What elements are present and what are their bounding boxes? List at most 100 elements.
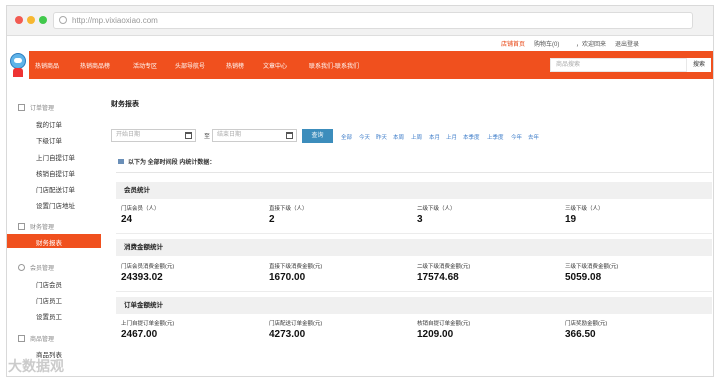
stat-value: 1209.00 bbox=[417, 329, 454, 340]
end-date-input[interactable]: 结束日期 bbox=[212, 129, 297, 142]
search-button[interactable]: 搜索 bbox=[687, 58, 711, 72]
stat-label: 三级下级（人） bbox=[565, 206, 604, 212]
main-nav: 热销商品 热销商品榜 活动专区 头部导航号 热销榜 文章中心 联系我们-联系我们… bbox=[7, 49, 713, 79]
stat-label: 二级下级消费金额(元) bbox=[417, 264, 471, 270]
quick-filter-this-quarter[interactable]: 本季度 bbox=[463, 133, 480, 141]
nav-item-bestsellers[interactable]: 热销榜 bbox=[226, 61, 244, 70]
page-title: 财务报表 bbox=[111, 101, 139, 108]
finance-icon bbox=[18, 223, 25, 230]
stat-label: 上门自提订单金额(元) bbox=[121, 321, 175, 327]
chart-icon bbox=[118, 159, 124, 164]
notice-text: 以下为 全部时间段 内统计数据： bbox=[128, 160, 216, 166]
stat-label: 直接下级消费金额(元) bbox=[269, 264, 323, 270]
sidebar-group-products: 商品管理 bbox=[18, 334, 54, 343]
nav-item-header-nav[interactable]: 头部导航号 bbox=[175, 61, 205, 70]
date-range-separator: 至 bbox=[204, 134, 211, 140]
sidebar-group-members: 会员管理 bbox=[18, 263, 54, 272]
address-bar[interactable]: http://mp.vixiaoxiao.com bbox=[53, 12, 693, 29]
query-button[interactable]: 查询 bbox=[302, 129, 333, 143]
quick-filter-this-week[interactable]: 本周 bbox=[393, 133, 404, 141]
minimize-window-icon[interactable] bbox=[27, 16, 35, 24]
stat-value: 2467.00 bbox=[121, 329, 158, 340]
stat-label: 门店会员消费金额(元) bbox=[121, 264, 175, 270]
top-links-bar: 店铺首页 购物车(0) ，欢迎回来 退出登录 bbox=[7, 36, 713, 50]
stat-label: 核销自提订单金额(元) bbox=[417, 321, 471, 327]
sidebar-item-delivery-orders[interactable]: 门店配送订单 bbox=[36, 184, 75, 194]
stat-value: 366.50 bbox=[565, 329, 596, 340]
sidebar-item-pickup-orders[interactable]: 上门自提订单 bbox=[36, 152, 75, 162]
shop-home-link[interactable]: 店铺首页 bbox=[501, 39, 525, 48]
stat-value: 1670.00 bbox=[269, 272, 306, 283]
stats-notice: 以下为 全部时间段 内统计数据： bbox=[118, 157, 215, 166]
divider bbox=[116, 172, 712, 173]
divider bbox=[116, 233, 712, 234]
mascot-body-icon bbox=[13, 68, 23, 77]
cart-link[interactable]: 购物车(0) bbox=[534, 39, 559, 48]
quick-filter-this-year[interactable]: 今年 bbox=[511, 133, 522, 141]
section-member-stats: 会员统计 bbox=[116, 182, 712, 199]
stat-label: 直接下级（人） bbox=[269, 206, 308, 212]
stat-value: 24393.02 bbox=[121, 272, 163, 283]
sidebar: 订单管理 我的订单 下级订单 上门自提订单 核销自提订单 门店配送订单 设置门店… bbox=[7, 96, 101, 376]
nav-item-articles[interactable]: 文章中心 bbox=[263, 61, 287, 70]
maximize-window-icon[interactable] bbox=[39, 16, 47, 24]
stat-value: 5059.08 bbox=[565, 272, 602, 283]
divider bbox=[116, 291, 712, 292]
close-window-icon[interactable] bbox=[15, 16, 23, 24]
globe-icon bbox=[59, 16, 67, 24]
quick-filter-last-quarter[interactable]: 上季度 bbox=[487, 133, 504, 141]
watermark: 大数据观 bbox=[8, 358, 64, 374]
stat-label: 门店奖励金额(元) bbox=[565, 321, 608, 327]
sidebar-item-sub-orders[interactable]: 下级订单 bbox=[36, 135, 62, 145]
main-content: 财务报表 开始日期 至 结束日期 查询 全部 今天 昨天 本周 上周 本月 上月… bbox=[108, 96, 712, 376]
nav-item-hot-products[interactable]: 热销商品 bbox=[35, 61, 59, 70]
calendar-icon[interactable] bbox=[185, 132, 192, 139]
quick-filter-all[interactable]: 全部 bbox=[341, 133, 352, 141]
sidebar-item-finance-report[interactable]: 财务报表 bbox=[7, 234, 101, 248]
product-search-input[interactable]: 商品搜索 bbox=[550, 58, 687, 72]
browser-toolbar: http://mp.vixiaoxiao.com bbox=[7, 6, 713, 36]
section-spending-stats: 消费金额统计 bbox=[116, 239, 712, 256]
order-icon bbox=[18, 104, 25, 111]
mascot-head-icon bbox=[10, 53, 26, 69]
quick-filter-last-month[interactable]: 上月 bbox=[446, 133, 457, 141]
sidebar-item-set-staff[interactable]: 设置员工 bbox=[36, 311, 62, 321]
stat-value: 24 bbox=[121, 214, 133, 225]
quick-filter-this-month[interactable]: 本月 bbox=[429, 133, 440, 141]
sidebar-item-store-staff[interactable]: 门店员工 bbox=[36, 295, 62, 305]
quick-filter-today[interactable]: 今天 bbox=[359, 133, 370, 141]
sidebar-item-label: 财务报表 bbox=[36, 240, 62, 247]
sidebar-item-store-address[interactable]: 设置门店地址 bbox=[36, 200, 75, 210]
welcome-text: ，欢迎回来 bbox=[576, 42, 607, 48]
nav-item-contact[interactable]: 联系我们-联系我们 bbox=[309, 61, 359, 70]
sidebar-group-finance: 财务管理 bbox=[18, 222, 54, 231]
quick-filter-last-week[interactable]: 上周 bbox=[411, 133, 422, 141]
calendar-icon[interactable] bbox=[286, 132, 293, 139]
sidebar-group-title: 财务管理 bbox=[30, 225, 55, 231]
member-icon bbox=[18, 264, 25, 271]
stat-value: 4273.00 bbox=[269, 329, 306, 340]
sidebar-item-verify-orders[interactable]: 核销自提订单 bbox=[36, 168, 75, 178]
sidebar-group-title: 订单管理 bbox=[30, 106, 55, 112]
browser-window: http://mp.vixiaoxiao.com 店铺首页 购物车(0) ，欢迎… bbox=[6, 5, 714, 377]
start-date-input[interactable]: 开始日期 bbox=[111, 129, 196, 142]
section-order-stats: 订单金额统计 bbox=[116, 297, 712, 314]
product-icon bbox=[18, 335, 25, 342]
quick-filter-yesterday[interactable]: 昨天 bbox=[376, 133, 387, 141]
stat-label: 二级下级（人） bbox=[417, 206, 456, 212]
stat-value: 19 bbox=[565, 214, 577, 225]
site-logo[interactable] bbox=[7, 49, 29, 79]
quick-filter-last-year[interactable]: 去年 bbox=[528, 133, 539, 141]
sidebar-item-store-members[interactable]: 门店会员 bbox=[36, 279, 62, 289]
stat-value: 3 bbox=[417, 214, 423, 225]
nav-item-promotions[interactable]: 活动专区 bbox=[133, 61, 157, 70]
query-button-label: 查询 bbox=[311, 133, 324, 139]
sidebar-group-title: 商品管理 bbox=[30, 337, 55, 343]
stat-label: 三级下级消费金额(元) bbox=[565, 264, 619, 270]
sidebar-item-my-orders[interactable]: 我的订单 bbox=[36, 119, 62, 129]
sidebar-group-orders: 订单管理 bbox=[18, 103, 54, 112]
nav-item-hot-ranking[interactable]: 热销商品榜 bbox=[80, 61, 110, 70]
stat-label: 门店配送订单金额(元) bbox=[269, 321, 323, 327]
address-bar-url: http://mp.vixiaoxiao.com bbox=[72, 16, 158, 25]
logout-link[interactable]: 退出登录 bbox=[615, 39, 639, 48]
